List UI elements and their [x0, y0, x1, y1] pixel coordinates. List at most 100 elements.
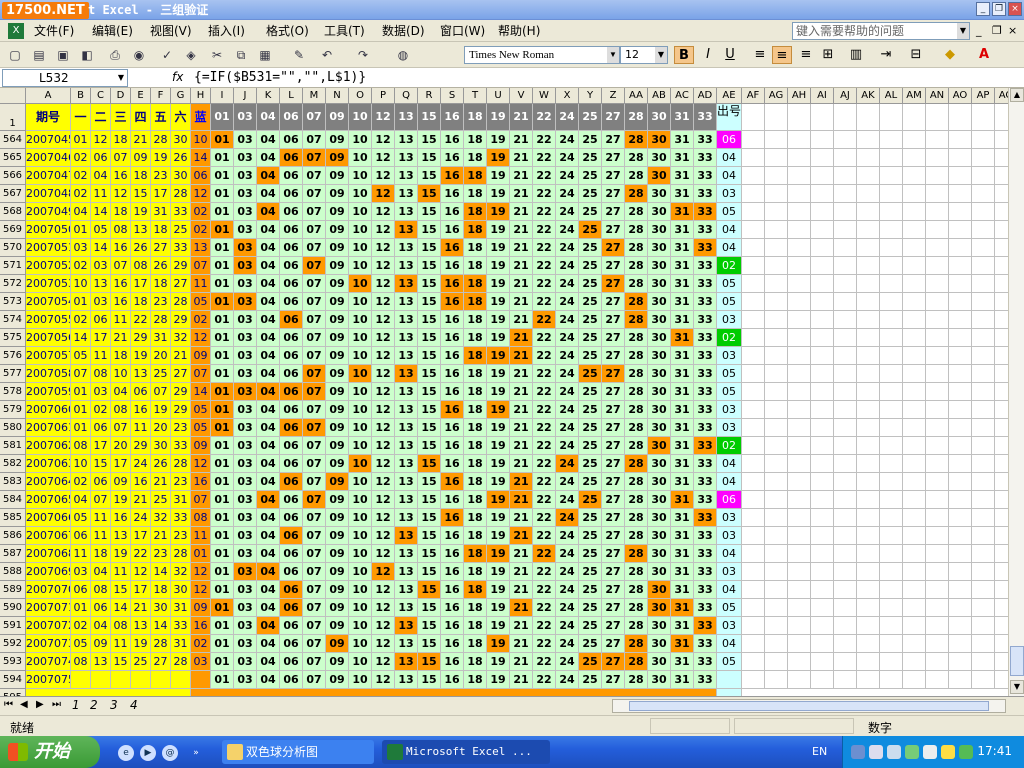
- number-cell[interactable]: 18: [464, 563, 487, 581]
- number-cell[interactable]: 01: [211, 563, 234, 581]
- red-ball-cell[interactable]: 33: [171, 437, 191, 455]
- number-cell[interactable]: 28: [625, 635, 648, 653]
- number-cell[interactable]: 27: [602, 293, 625, 311]
- number-cell[interactable]: 31: [671, 149, 694, 167]
- sheet-tab-2[interactable]: 2: [90, 698, 98, 712]
- empty-cell[interactable]: [972, 239, 995, 257]
- number-cell[interactable]: 24: [556, 437, 579, 455]
- red-ball-cell[interactable]: 27: [171, 275, 191, 293]
- number-cell[interactable]: 01: [211, 347, 234, 365]
- period-cell[interactable]: 2007055: [26, 311, 71, 329]
- number-cell[interactable]: 22: [533, 437, 556, 455]
- empty-cell[interactable]: [880, 257, 903, 275]
- prev-sheet-icon[interactable]: ◀: [20, 699, 28, 710]
- number-cell[interactable]: 18: [464, 401, 487, 419]
- number-cell[interactable]: 24: [556, 527, 579, 545]
- empty-cell[interactable]: [765, 167, 788, 185]
- media-player-icon[interactable]: ▶: [140, 745, 156, 761]
- number-cell[interactable]: 12: [372, 581, 395, 599]
- number-cell[interactable]: 31: [671, 491, 694, 509]
- header-cell[interactable]: 10: [349, 104, 372, 131]
- number-cell[interactable]: 19: [487, 617, 510, 635]
- empty-cell[interactable]: [788, 473, 811, 491]
- number-cell[interactable]: 07: [303, 167, 326, 185]
- number-cell[interactable]: 24: [556, 671, 579, 689]
- column-header[interactable]: I: [211, 88, 234, 104]
- red-ball-cell[interactable]: 11: [111, 563, 131, 581]
- red-ball-cell[interactable]: 02: [91, 401, 111, 419]
- empty-cell[interactable]: [903, 221, 926, 239]
- empty-cell[interactable]: [765, 185, 788, 203]
- empty-cell[interactable]: [811, 545, 834, 563]
- red-ball-cell[interactable]: [171, 671, 191, 689]
- red-ball-cell[interactable]: 04: [71, 203, 91, 221]
- red-ball-cell[interactable]: 32: [171, 329, 191, 347]
- empty-cell[interactable]: [972, 491, 995, 509]
- red-ball-cell[interactable]: 06: [71, 527, 91, 545]
- red-ball-cell[interactable]: 03: [91, 293, 111, 311]
- header-cell[interactable]: 04: [257, 104, 280, 131]
- number-cell[interactable]: 31: [671, 653, 694, 671]
- number-cell[interactable]: 15: [418, 329, 441, 347]
- number-cell[interactable]: 03: [234, 185, 257, 203]
- empty-cell[interactable]: [742, 185, 765, 203]
- empty-cell[interactable]: [926, 473, 949, 491]
- number-cell[interactable]: 30: [648, 545, 671, 563]
- empty-cell[interactable]: [972, 149, 995, 167]
- number-cell[interactable]: 18: [464, 131, 487, 149]
- empty-cell[interactable]: [857, 419, 880, 437]
- empty-cell[interactable]: [742, 437, 765, 455]
- number-cell[interactable]: 03: [234, 329, 257, 347]
- number-cell[interactable]: 19: [487, 401, 510, 419]
- number-cell[interactable]: 10: [349, 293, 372, 311]
- empty-cell[interactable]: [972, 527, 995, 545]
- empty-cell[interactable]: [949, 599, 972, 617]
- number-cell[interactable]: 12: [372, 491, 395, 509]
- blue-ball-cell[interactable]: 07: [191, 491, 211, 509]
- blue-ball-cell[interactable]: 16: [191, 617, 211, 635]
- empty-cell[interactable]: [788, 293, 811, 311]
- tray-icon[interactable]: [959, 745, 973, 759]
- empty-cell[interactable]: [742, 473, 765, 491]
- empty-cell[interactable]: [788, 203, 811, 221]
- number-cell[interactable]: 19: [487, 257, 510, 275]
- number-cell[interactable]: 24: [556, 383, 579, 401]
- number-cell[interactable]: 22: [533, 401, 556, 419]
- number-cell[interactable]: 25: [579, 509, 602, 527]
- count-cell[interactable]: 03: [717, 563, 742, 581]
- number-cell[interactable]: 22: [533, 185, 556, 203]
- number-cell[interactable]: 28: [625, 383, 648, 401]
- number-cell[interactable]: 07: [303, 365, 326, 383]
- number-cell[interactable]: 10: [349, 581, 372, 599]
- empty-cell[interactable]: [880, 527, 903, 545]
- number-cell[interactable]: 03: [234, 437, 257, 455]
- number-cell[interactable]: 27: [602, 329, 625, 347]
- column-header[interactable]: AK: [857, 88, 880, 104]
- number-cell[interactable]: 22: [533, 293, 556, 311]
- empty-cell[interactable]: [903, 104, 926, 131]
- number-cell[interactable]: 31: [671, 635, 694, 653]
- number-cell[interactable]: 33: [694, 545, 717, 563]
- row-header[interactable]: 579: [0, 401, 26, 419]
- number-cell[interactable]: 01: [211, 509, 234, 527]
- number-cell[interactable]: 31: [671, 131, 694, 149]
- number-cell[interactable]: 15: [418, 491, 441, 509]
- number-cell[interactable]: 21: [510, 653, 533, 671]
- number-cell[interactable]: 25: [579, 365, 602, 383]
- empty-cell[interactable]: [880, 635, 903, 653]
- empty-cell[interactable]: [926, 275, 949, 293]
- red-ball-cell[interactable]: 21: [151, 527, 171, 545]
- count-cell[interactable]: 04: [717, 635, 742, 653]
- number-cell[interactable]: 33: [694, 275, 717, 293]
- empty-cell[interactable]: [742, 419, 765, 437]
- number-cell[interactable]: 22: [533, 257, 556, 275]
- number-cell[interactable]: 09: [326, 581, 349, 599]
- align-right-icon[interactable]: ≡: [796, 46, 816, 64]
- number-cell[interactable]: 15: [418, 401, 441, 419]
- number-cell[interactable]: 12: [372, 383, 395, 401]
- number-cell[interactable]: 16: [441, 257, 464, 275]
- blue-ball-cell[interactable]: 14: [191, 149, 211, 167]
- empty-cell[interactable]: [857, 149, 880, 167]
- number-cell[interactable]: 24: [556, 221, 579, 239]
- empty-cell[interactable]: [834, 437, 857, 455]
